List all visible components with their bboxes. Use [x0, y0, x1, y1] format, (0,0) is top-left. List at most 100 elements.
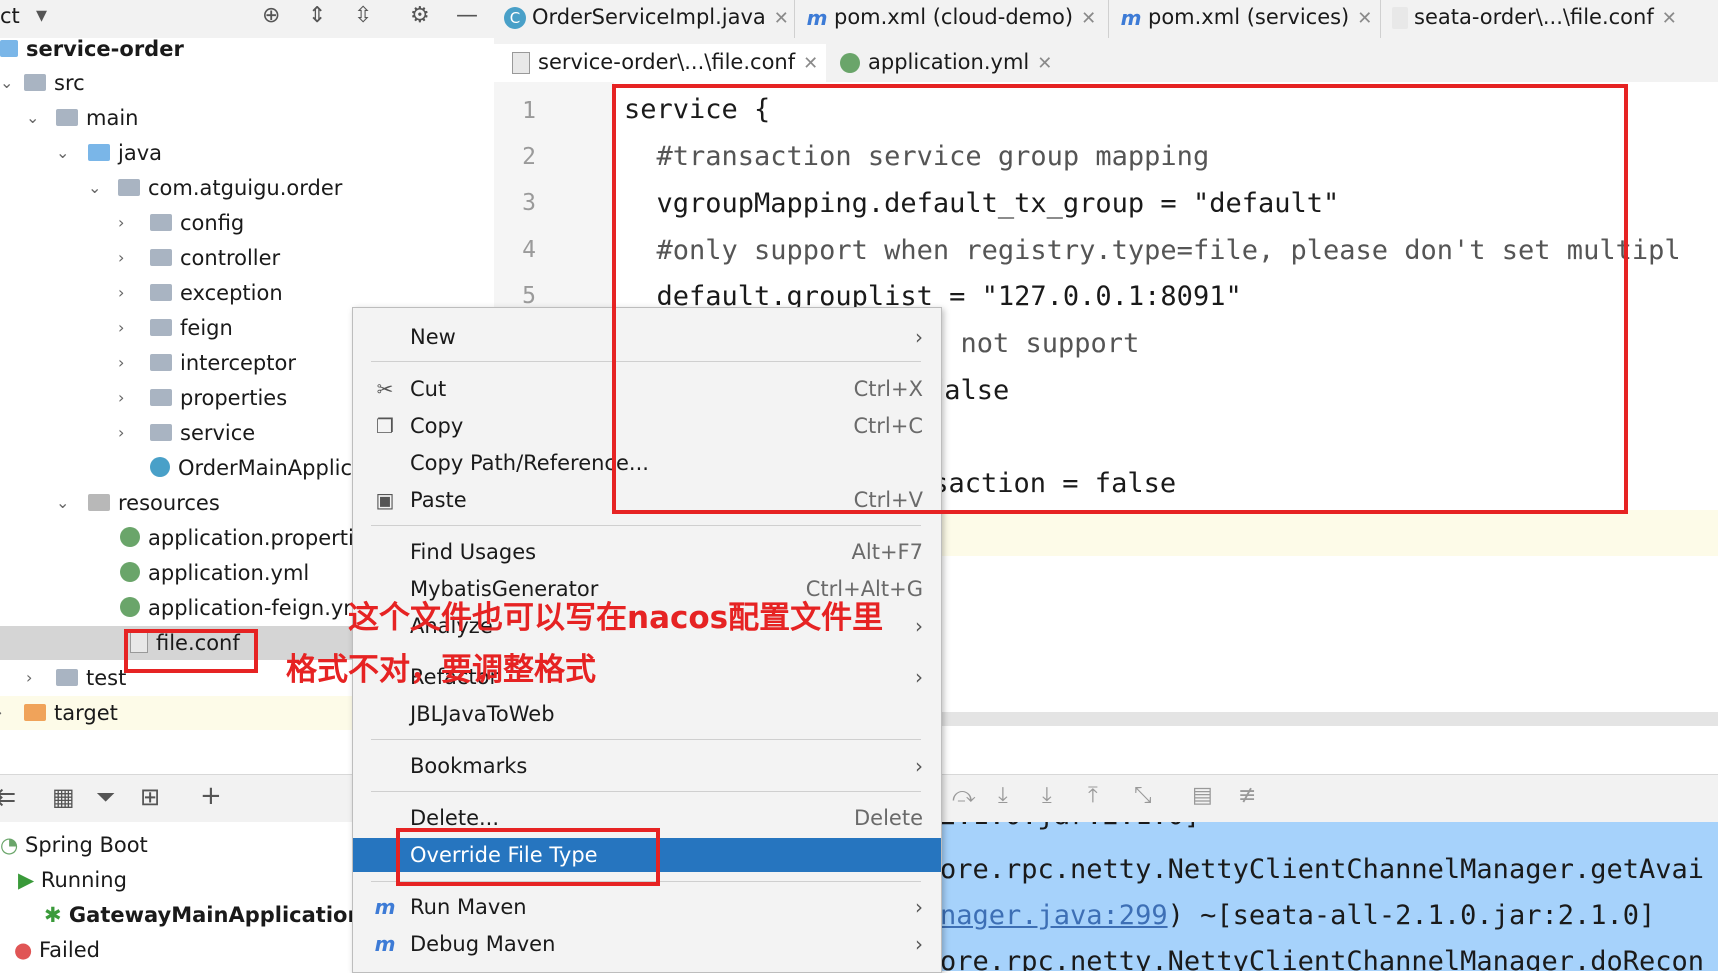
menu-label: Bookmarks — [410, 754, 528, 778]
tab-application-yml[interactable]: application.yml ✕ — [830, 44, 1062, 82]
tree-root[interactable]: service-order — [0, 32, 184, 66]
tree-item-ordermainapplication[interactable]: OrderMainApplic — [150, 451, 352, 485]
close-icon[interactable]: ✕ — [1662, 8, 1677, 29]
close-icon[interactable]: ✕ — [1081, 8, 1096, 29]
line-number: 5 — [522, 283, 536, 309]
services-label: GatewayMainApplication — [68, 903, 363, 927]
spring-class-icon — [150, 457, 170, 477]
copy-icon: ❐ — [376, 414, 394, 438]
menu-item-debug-maven[interactable]: m Debug Maven › — [353, 927, 941, 961]
tree-item-label: feign — [180, 316, 233, 340]
group-icon[interactable]: ▦ — [52, 783, 75, 811]
trace-icon[interactable]: ≢ — [1238, 783, 1256, 808]
tab-label: pom.xml (cloud-demo) — [834, 5, 1074, 29]
folder-icon — [56, 108, 78, 126]
menu-item-jbljavatoweb[interactable]: JBLJavaToWeb — [353, 697, 941, 731]
tree-item-label: application.yml — [148, 561, 310, 585]
java-class-icon: C — [504, 7, 526, 29]
annotation-box-override — [396, 828, 660, 886]
chevron-right-icon: › — [118, 248, 125, 267]
chevron-right-icon: › — [26, 668, 33, 687]
minimize-icon[interactable]: — — [456, 3, 478, 28]
tab-pom-cloud-demo[interactable]: m pom.xml (cloud-demo) ✕ — [796, 0, 1109, 38]
services-running[interactable]: ▶ Running — [18, 863, 127, 897]
tree-item-label: properties — [180, 386, 288, 410]
console-link[interactable]: nager.java:299 — [940, 900, 1168, 931]
chevron-down-icon[interactable]: ▾ — [36, 3, 47, 28]
filter-icon[interactable]: ⏷ — [96, 783, 115, 811]
chevron-right-icon: › — [118, 388, 125, 407]
chevron-right-icon: › — [915, 665, 923, 689]
text-file-icon — [1392, 7, 1408, 29]
error-icon: ● — [14, 938, 33, 962]
chevron-right-icon: › — [118, 423, 125, 442]
tree-item-application-feign[interactable]: application-feign.yr — [120, 591, 352, 625]
package-icon — [150, 213, 172, 231]
tab-orderserviceimpl[interactable]: C OrderServiceImpl.java ✕ — [494, 0, 795, 38]
services-failed[interactable]: ● Failed — [14, 933, 100, 967]
folder-icon — [24, 73, 46, 91]
maven-icon: m — [806, 6, 828, 30]
chevron-down-icon: ⌄ — [88, 178, 102, 197]
step-into-icon[interactable]: ⤓ — [998, 783, 1008, 808]
evaluate-icon[interactable]: ▤ — [1192, 783, 1213, 808]
force-step-into-icon[interactable]: ⤓ — [1042, 783, 1052, 808]
clipboard-icon: ▣ — [375, 488, 395, 512]
tab-label: pom.xml (services) — [1148, 5, 1350, 29]
menu-separator — [371, 525, 921, 526]
step-out-icon[interactable]: ⤒ — [1088, 783, 1098, 808]
tab-label: OrderServiceImpl.java — [532, 5, 766, 29]
package-icon — [150, 423, 172, 441]
spring-config-icon — [120, 597, 140, 617]
resources-folder-icon — [88, 493, 110, 511]
chevron-right-icon: › — [915, 932, 923, 956]
tree-item-label: src — [54, 71, 85, 95]
tab-label: service-order\...\file.conf — [538, 50, 796, 74]
add-icon[interactable]: + — [200, 781, 222, 811]
tab-service-order-file-conf[interactable]: service-order\...\file.conf ✕ — [494, 44, 826, 85]
close-icon[interactable]: ✕ — [774, 8, 789, 29]
project-toolbar-title: ct — [0, 4, 20, 28]
chevron-right-icon: › — [915, 754, 923, 778]
menu-item-bookmarks[interactable]: Bookmarks › — [353, 749, 941, 783]
spring-yaml-icon — [840, 53, 860, 73]
step-over-icon[interactable]: ⤼ — [952, 783, 976, 808]
collapse-icon[interactable]: ⇇ — [0, 783, 16, 811]
chevron-down-icon: ⌄ — [26, 108, 40, 127]
chevron-down-icon: ⌄ — [0, 73, 14, 92]
spring-boot-icon: ◔ — [0, 833, 19, 857]
package-icon — [118, 178, 140, 196]
module-icon — [0, 39, 18, 57]
menu-item-run-maven[interactable]: m Run Maven › — [353, 890, 941, 924]
services-gateway-app[interactable]: ✱ GatewayMainApplication — [44, 898, 362, 932]
tree-item-label: main — [86, 106, 139, 130]
tree-item-application-yml[interactable]: application.yml — [120, 556, 309, 590]
source-folder-icon — [88, 143, 110, 161]
services-spring-boot[interactable]: ◔ Spring Boot — [0, 828, 148, 862]
horizontal-scrollbar[interactable] — [940, 712, 1718, 726]
tree-item-label: config — [180, 211, 245, 235]
close-icon[interactable]: ✕ — [803, 53, 818, 74]
package-icon — [150, 388, 172, 406]
locate-icon[interactable]: ⊕ — [262, 3, 280, 28]
collapse-all-icon[interactable]: ⇳ — [354, 3, 372, 28]
services-label: Running — [40, 868, 127, 892]
gear-icon[interactable]: ⚙ — [410, 3, 430, 28]
new-tab-icon[interactable]: ⊞ — [140, 783, 160, 811]
run-to-cursor-icon[interactable]: ⤡ — [1134, 783, 1152, 808]
services-label: Failed — [39, 938, 100, 962]
chevron-right-icon: › — [118, 213, 125, 232]
tree-item-application-properties[interactable]: application.properti — [120, 521, 354, 555]
expand-all-icon[interactable]: ⇕ — [308, 3, 326, 28]
console-output[interactable]: 2.1.0.jar:2.1.0] ore.rpc.netty.NettyClie… — [940, 822, 1718, 971]
close-icon[interactable]: ✕ — [1357, 8, 1372, 29]
menu-item-find-usages[interactable]: Find Usages Alt+F7 — [353, 535, 941, 569]
close-icon[interactable]: ✕ — [1037, 53, 1052, 74]
line-number: 4 — [522, 237, 536, 263]
maven-run-icon: m — [374, 895, 396, 919]
tab-seata-order-file-conf[interactable]: seata-order\...\file.conf ✕ — [1382, 0, 1718, 38]
line-number: 2 — [522, 144, 536, 170]
tab-pom-services[interactable]: m pom.xml (services) ✕ — [1110, 0, 1381, 38]
package-icon — [150, 318, 172, 336]
tree-item-label: service — [180, 421, 256, 445]
